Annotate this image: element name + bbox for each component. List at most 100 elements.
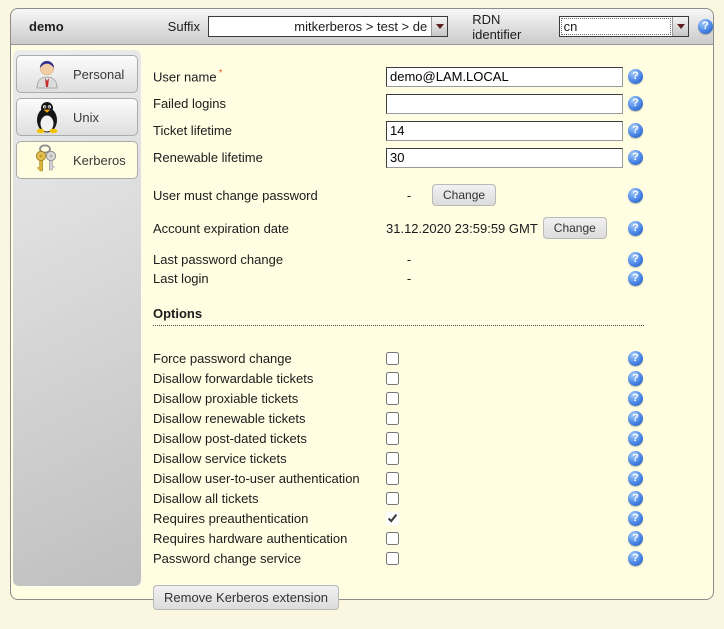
- options-list: Force password change ? Disallow forward…: [153, 348, 705, 568]
- field-row-user-name: User name* ?: [153, 63, 705, 90]
- help-icon[interactable]: ?: [628, 511, 643, 526]
- disallow-all-tickets-checkbox[interactable]: [386, 492, 399, 505]
- tux-icon: [30, 100, 64, 134]
- option-row: Requires preauthentication ?: [153, 508, 705, 528]
- renewable-lifetime-label: Renewable lifetime: [153, 150, 386, 165]
- kerberos-form: User name* ? Failed logins ? Ticket life…: [141, 50, 705, 598]
- renewable-lifetime-input[interactable]: [386, 148, 623, 168]
- row-account-expiration: Account expiration date 31.12.2020 23:59…: [153, 214, 705, 242]
- keys-icon: [30, 143, 64, 177]
- help-icon[interactable]: ?: [628, 123, 643, 138]
- help-icon[interactable]: ?: [628, 371, 643, 386]
- option-row: Password change service ?: [153, 548, 705, 568]
- option-label: Disallow forwardable tickets: [153, 371, 386, 386]
- account-expiration-label: Account expiration date: [153, 221, 386, 236]
- option-row: Disallow all tickets ?: [153, 488, 705, 508]
- option-label: Password change service: [153, 551, 386, 566]
- disallow-renewable-tickets-checkbox[interactable]: [386, 412, 399, 425]
- help-icon[interactable]: ?: [628, 150, 643, 165]
- option-label: Disallow all tickets: [153, 491, 386, 506]
- requires-preauthentication-checkbox[interactable]: [386, 512, 399, 525]
- field-row-renewable-lifetime: Renewable lifetime ?: [153, 144, 705, 171]
- row-user-must-change-password: User must change password - Change ?: [153, 181, 705, 209]
- ticket-lifetime-label: Ticket lifetime: [153, 123, 386, 138]
- help-icon[interactable]: ?: [628, 531, 643, 546]
- option-label: Disallow renewable tickets: [153, 411, 386, 426]
- ticket-lifetime-input[interactable]: [386, 121, 623, 141]
- help-icon[interactable]: ?: [698, 19, 713, 34]
- option-row: Disallow renewable tickets ?: [153, 408, 705, 428]
- tab-kerberos[interactable]: Kerberos: [16, 141, 138, 179]
- option-row: Requires hardware authentication ?: [153, 528, 705, 548]
- last-login-value: -: [386, 271, 432, 286]
- help-icon[interactable]: ?: [628, 451, 643, 466]
- help-icon[interactable]: ?: [628, 271, 643, 286]
- option-row: Disallow proxiable tickets ?: [153, 388, 705, 408]
- disallow-service-tickets-checkbox[interactable]: [386, 452, 399, 465]
- help-icon[interactable]: ?: [628, 411, 643, 426]
- force-password-change-checkbox[interactable]: [386, 352, 399, 365]
- remove-kerberos-extension-button[interactable]: Remove Kerberos extension: [153, 585, 339, 610]
- change-expiration-button[interactable]: Change: [543, 217, 607, 239]
- last-password-change-label: Last password change: [153, 252, 386, 267]
- person-icon: [30, 57, 64, 91]
- option-row: Disallow service tickets ?: [153, 448, 705, 468]
- help-icon[interactable]: ?: [628, 391, 643, 406]
- rdn-select-value: cn: [560, 17, 672, 36]
- password-change-value: -: [386, 188, 432, 203]
- password-change-service-checkbox[interactable]: [386, 552, 399, 565]
- option-row: Disallow user-to-user authentication ?: [153, 468, 705, 488]
- help-icon[interactable]: ?: [628, 431, 643, 446]
- rdn-dropdown-arrow-icon[interactable]: [672, 17, 688, 36]
- account-editor-window: demo Suffix mitkerberos > test > de RDN …: [10, 8, 714, 600]
- account-expiration-value: 31.12.2020 23:59:59 GMT: [386, 221, 538, 236]
- field-row-ticket-lifetime: Ticket lifetime ?: [153, 117, 705, 144]
- tab-label: Kerberos: [73, 153, 126, 168]
- suffix-select[interactable]: mitkerberos > test > de: [208, 16, 448, 37]
- option-label: Disallow service tickets: [153, 451, 386, 466]
- option-label: Disallow post-dated tickets: [153, 431, 386, 446]
- suffix-label: Suffix: [168, 19, 200, 34]
- option-label: Disallow user-to-user authentication: [153, 471, 386, 486]
- user-name-input[interactable]: [386, 67, 623, 87]
- disallow-user-to-user-authentication-checkbox[interactable]: [386, 472, 399, 485]
- row-last-login: Last login - ?: [153, 269, 705, 288]
- suffix-select-value: mitkerberos > test > de: [209, 17, 431, 36]
- title-bar: demo Suffix mitkerberos > test > de RDN …: [11, 9, 713, 45]
- requires-hardware-authentication-checkbox[interactable]: [386, 532, 399, 545]
- disallow-forwardable-tickets-checkbox[interactable]: [386, 372, 399, 385]
- option-row: Force password change ?: [153, 348, 705, 368]
- help-icon[interactable]: ?: [628, 252, 643, 267]
- options-section-title: Options: [153, 306, 644, 326]
- tab-personal[interactable]: Personal: [16, 55, 138, 93]
- suffix-dropdown-arrow-icon[interactable]: [431, 17, 447, 36]
- help-icon[interactable]: ?: [628, 491, 643, 506]
- disallow-post-dated-tickets-checkbox[interactable]: [386, 432, 399, 445]
- row-last-password-change: Last password change - ?: [153, 249, 705, 269]
- option-label: Requires hardware authentication: [153, 531, 386, 546]
- tab-label: Personal: [73, 67, 124, 82]
- tab-unix[interactable]: Unix: [16, 98, 138, 136]
- rdn-identifier-label: RDN identifier: [472, 12, 551, 42]
- help-icon[interactable]: ?: [628, 471, 643, 486]
- change-password-button[interactable]: Change: [432, 184, 496, 206]
- option-row: Disallow forwardable tickets ?: [153, 368, 705, 388]
- failed-logins-label: Failed logins: [153, 96, 386, 111]
- failed-logins-input[interactable]: [386, 94, 623, 114]
- help-icon[interactable]: ?: [628, 96, 643, 111]
- account-name: demo: [29, 19, 64, 34]
- rdn-identifier-select[interactable]: cn: [559, 16, 689, 37]
- option-label: Force password change: [153, 351, 386, 366]
- help-icon[interactable]: ?: [628, 188, 643, 203]
- disallow-proxiable-tickets-checkbox[interactable]: [386, 392, 399, 405]
- option-row: Disallow post-dated tickets ?: [153, 428, 705, 448]
- help-icon[interactable]: ?: [628, 69, 643, 84]
- help-icon[interactable]: ?: [628, 221, 643, 236]
- option-label: Disallow proxiable tickets: [153, 391, 386, 406]
- option-label: Requires preauthentication: [153, 511, 386, 526]
- user-must-change-password-label: User must change password: [153, 188, 386, 203]
- help-icon[interactable]: ?: [628, 351, 643, 366]
- required-marker: *: [219, 68, 223, 79]
- module-sidebar: Personal Unix: [13, 50, 141, 586]
- help-icon[interactable]: ?: [628, 551, 643, 566]
